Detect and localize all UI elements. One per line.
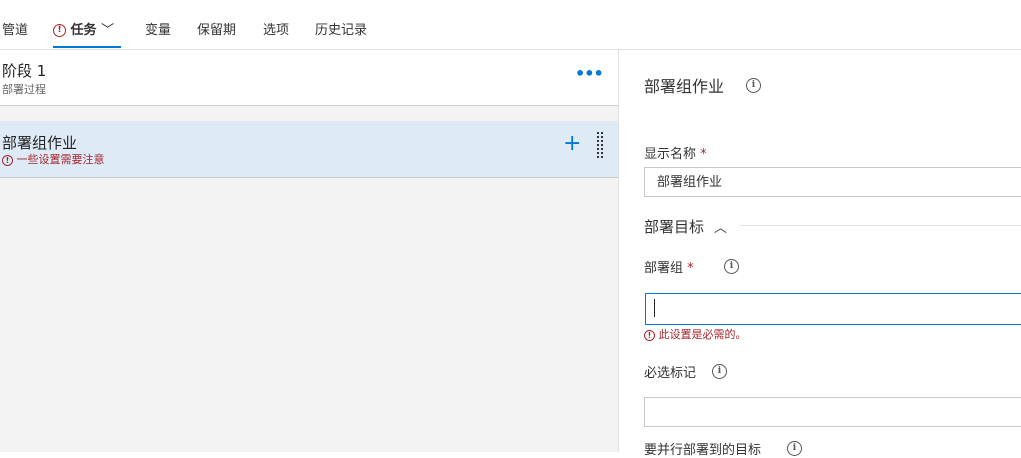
tab-variables[interactable]: 变量 <box>145 19 171 38</box>
display-name-input[interactable]: 部署组作业 <box>644 167 1021 197</box>
required-tags-input[interactable] <box>644 397 1021 427</box>
chevron-down-icon: ﹀ <box>101 23 115 38</box>
parallel-targets-label: 要并行部署到的目标 <box>644 443 762 458</box>
drag-handle-icon[interactable] <box>595 132 605 162</box>
deployment-group-input[interactable] <box>645 293 1021 325</box>
chevron-up-icon[interactable]: ︿ <box>714 217 727 236</box>
deployment-group-error: ! 此设置是必需的。 <box>644 326 747 342</box>
job-warning-text: 一些设置需要注意 <box>16 153 105 166</box>
deployment-group-label: 部署组 * <box>644 257 694 276</box>
required-mark: * <box>700 147 707 162</box>
display-name-label-text: 显示名称 <box>644 147 697 162</box>
tab-tasks-label: 任务 <box>70 23 97 38</box>
stage-title: 阶段 1 <box>2 62 47 80</box>
text-caret <box>654 299 655 317</box>
tab-history[interactable]: 历史记录 <box>315 19 367 38</box>
deployment-group-label-text: 部署组 <box>644 261 684 276</box>
tab-pipeline[interactable]: 管道 <box>2 19 28 38</box>
info-icon[interactable]: i <box>746 78 761 93</box>
section-divider <box>740 225 1021 226</box>
required-mark: * <box>687 261 694 276</box>
stage-header[interactable]: 阶段 1 部署过程 ••• <box>0 50 618 106</box>
error-icon: ! <box>53 24 66 37</box>
active-tab-indicator <box>53 46 121 48</box>
info-icon[interactable]: i <box>712 364 727 379</box>
tab-tasks[interactable]: ! 任务 ﹀ <box>53 19 114 38</box>
job-row[interactable]: 部署组作业 ! 一些设置需要注意 + <box>0 121 618 178</box>
pipeline-tab-bar: 管道 ! 任务 ﹀ 变量 保留期 选项 历史记录 <box>0 0 1021 50</box>
panel-divider <box>618 50 619 452</box>
stage-subtitle: 部署过程 <box>2 83 46 96</box>
display-name-label: 显示名称 * <box>644 143 707 162</box>
deployment-group-error-text: 此设置是必需的。 <box>658 328 747 341</box>
more-options-icon[interactable]: ••• <box>575 64 604 83</box>
add-task-icon[interactable]: + <box>563 133 581 155</box>
pipeline-stages-panel: 阶段 1 部署过程 ••• 部署组作业 ! 一些设置需要注意 + <box>0 50 618 452</box>
required-tags-label: 必选标记 <box>644 366 697 381</box>
tab-options[interactable]: 选项 <box>263 19 289 38</box>
deployment-targets-section-title[interactable]: 部署目标 <box>644 216 704 237</box>
error-icon: ! <box>644 329 655 341</box>
tab-retention[interactable]: 保留期 <box>197 19 236 38</box>
info-icon[interactable]: i <box>724 259 739 274</box>
job-warning: ! 一些设置需要注意 <box>2 151 105 167</box>
details-title: 部署组作业 <box>644 77 725 96</box>
error-icon: ! <box>2 154 13 166</box>
job-title: 部署组作业 <box>2 134 78 152</box>
info-icon[interactable]: i <box>787 441 802 456</box>
